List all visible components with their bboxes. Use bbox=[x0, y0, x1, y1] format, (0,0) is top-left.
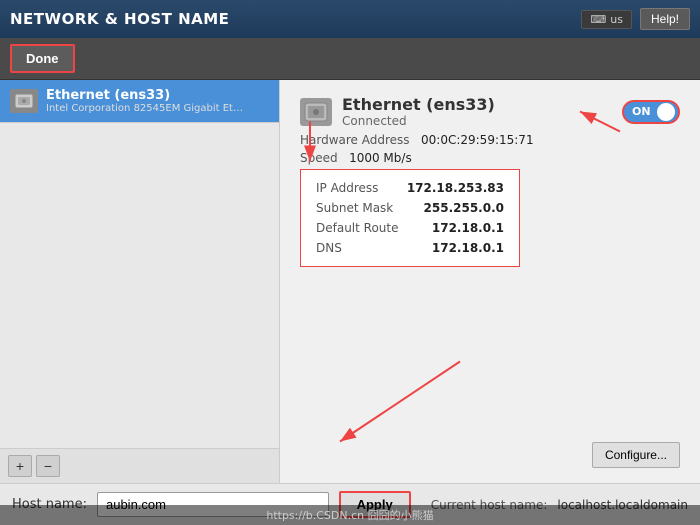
hardware-section: Hardware Address 00:0C:29:59:15:71 bbox=[300, 133, 680, 147]
toggle-switch[interactable]: ON bbox=[622, 100, 680, 124]
action-bar: Done bbox=[0, 38, 700, 80]
ethernet-icon bbox=[14, 93, 34, 109]
header-right: ⌨ us Help! bbox=[581, 8, 690, 30]
detail-name-area: Ethernet (ens33) Connected bbox=[342, 95, 495, 128]
subnet-mask-value: 255.255.0.0 bbox=[424, 201, 504, 215]
default-route-value: 172.18.0.1 bbox=[432, 221, 504, 235]
speed-label: Speed bbox=[300, 151, 338, 165]
ip-address-value: 172.18.253.83 bbox=[407, 181, 504, 195]
right-panel-inner: Ethernet (ens33) Connected ON Hardware A… bbox=[300, 95, 680, 468]
dns-row: DNS 172.18.0.1 bbox=[316, 238, 504, 258]
right-panel: Ethernet (ens33) Connected ON Hardware A… bbox=[280, 80, 700, 483]
detail-header: Ethernet (ens33) Connected ON bbox=[300, 95, 680, 128]
hardware-address-value: 00:0C:29:59:15:71 bbox=[421, 133, 534, 147]
interface-desc: Intel Corporation 82545EM Gigabit Ethern… bbox=[46, 103, 246, 114]
interface-info: Ethernet (ens33) Intel Corporation 82545… bbox=[46, 88, 269, 114]
interface-list: Ethernet (ens33) Intel Corporation 82545… bbox=[0, 80, 279, 448]
toggle-knob bbox=[657, 103, 675, 121]
list-controls: + − bbox=[0, 448, 279, 483]
keyboard-lang: us bbox=[610, 13, 623, 26]
interface-name: Ethernet (ens33) bbox=[46, 88, 269, 103]
remove-interface-button[interactable]: − bbox=[36, 455, 60, 477]
keyboard-indicator: ⌨ us bbox=[581, 10, 632, 29]
interface-icon bbox=[10, 89, 38, 113]
help-button[interactable]: Help! bbox=[640, 8, 690, 30]
interface-item[interactable]: Ethernet (ens33) Intel Corporation 82545… bbox=[0, 80, 279, 123]
add-interface-button[interactable]: + bbox=[8, 455, 32, 477]
detail-title-area: Ethernet (ens33) Connected bbox=[300, 95, 495, 128]
configure-button[interactable]: Configure... bbox=[592, 442, 680, 468]
subnet-mask-label: Subnet Mask bbox=[316, 201, 393, 215]
ip-address-label: IP Address bbox=[316, 181, 378, 195]
detail-interface-name: Ethernet (ens33) bbox=[342, 95, 495, 114]
watermark: https://b.CSDN.cn 囧囧的小熊猫 bbox=[0, 505, 700, 525]
subnet-mask-row: Subnet Mask 255.255.0.0 bbox=[316, 198, 504, 218]
keyboard-icon: ⌨ bbox=[590, 13, 606, 26]
toggle-label: ON bbox=[632, 105, 651, 118]
detail-ethernet-icon bbox=[300, 98, 332, 126]
dns-value: 172.18.0.1 bbox=[432, 241, 504, 255]
default-route-row: Default Route 172.18.0.1 bbox=[316, 218, 504, 238]
page-title: NETWORK & HOST NAME bbox=[10, 10, 229, 28]
ip-address-row: IP Address 172.18.253.83 bbox=[316, 178, 504, 198]
main-content: Ethernet (ens33) Intel Corporation 82545… bbox=[0, 80, 700, 483]
speed-value: 1000 Mb/s bbox=[349, 151, 412, 165]
info-table: IP Address 172.18.253.83 Subnet Mask 255… bbox=[300, 169, 520, 267]
header: NETWORK & HOST NAME ⌨ us Help! bbox=[0, 0, 700, 38]
detail-status: Connected bbox=[342, 114, 495, 128]
dns-label: DNS bbox=[316, 241, 342, 255]
hardware-address-label: Hardware Address bbox=[300, 133, 410, 147]
left-panel: Ethernet (ens33) Intel Corporation 82545… bbox=[0, 80, 280, 483]
done-button[interactable]: Done bbox=[10, 44, 75, 73]
speed-section: Speed 1000 Mb/s bbox=[300, 151, 680, 165]
ethernet-detail-icon bbox=[304, 102, 328, 122]
default-route-label: Default Route bbox=[316, 221, 399, 235]
